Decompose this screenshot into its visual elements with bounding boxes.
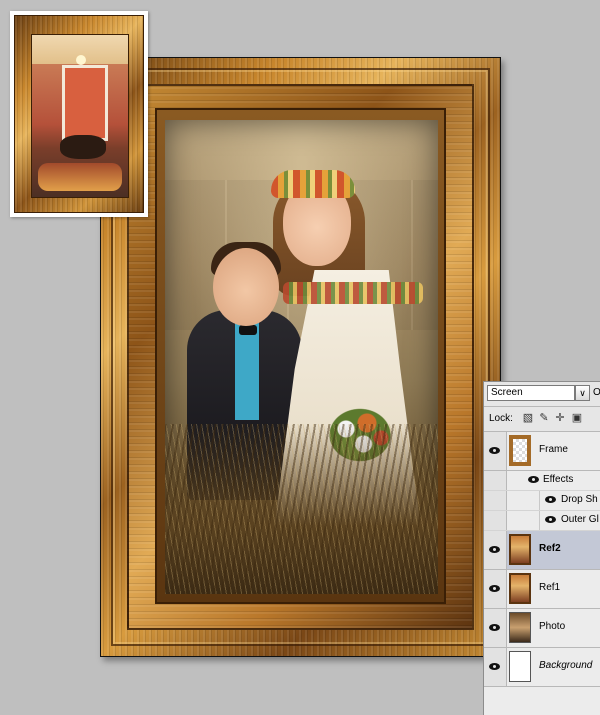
padlock-icon[interactable]: ▣ <box>571 412 583 424</box>
effect-outer-glow: Outer Gl <box>561 514 599 525</box>
eye-icon[interactable] <box>545 496 556 503</box>
eye-icon <box>489 585 500 592</box>
boy-bowtie <box>239 325 257 335</box>
eye-icon[interactable] <box>545 516 556 523</box>
flower-crown <box>271 170 355 198</box>
effects-visibility-cell <box>484 471 507 490</box>
layer-thumbnail-ref1 <box>509 573 531 604</box>
layer-thumbnail-ref2 <box>509 534 531 565</box>
blend-mode-row: Screen ∨ O <box>484 382 600 407</box>
blend-mode-select[interactable]: Screen <box>487 385 575 401</box>
effect-row-drop-shadow[interactable]: Drop Sh <box>484 491 600 511</box>
visibility-toggle[interactable] <box>484 648 507 686</box>
layer-name-frame: Frame <box>539 444 568 455</box>
effect-row-outer-glow[interactable]: Outer Gl <box>484 511 600 531</box>
layer-thumbnail-photo <box>509 612 531 643</box>
layer-thumbnail-frame <box>509 435 531 466</box>
effect-visibility-cell <box>484 491 507 510</box>
room-rug <box>38 163 122 191</box>
dress-flower-trim <box>283 282 423 304</box>
thumbnail-wooden-frame <box>14 15 144 213</box>
move-lock-icon[interactable]: ✛ <box>554 412 566 424</box>
eye-icon <box>489 447 500 454</box>
lock-label: Lock: <box>489 413 513 424</box>
effect-indent-divider <box>539 491 540 510</box>
effect-visibility-cell <box>484 511 507 530</box>
layer-row-background[interactable]: Background <box>484 648 600 687</box>
effects-row[interactable]: Effects <box>484 471 600 491</box>
layer-row-photo[interactable]: Photo <box>484 609 600 648</box>
room-doorway <box>62 65 108 141</box>
chevron-down-icon[interactable]: ∨ <box>575 385 590 401</box>
brush-lock-icon[interactable]: ✎ <box>538 412 550 424</box>
boy-shirt <box>235 320 259 420</box>
reflection-thumbnail <box>10 11 148 217</box>
opacity-label: O <box>593 387 600 398</box>
visibility-toggle[interactable] <box>484 570 507 608</box>
layer-name-ref1: Ref1 <box>539 582 561 593</box>
effects-label: Effects <box>543 474 574 485</box>
eye-icon[interactable] <box>528 476 539 483</box>
layer-row-ref2[interactable]: Ref2 <box>484 531 600 570</box>
layer-row-ref1[interactable]: Ref1 <box>484 570 600 609</box>
transparency-lock-icon[interactable]: ▧ <box>522 412 534 424</box>
eye-icon <box>489 624 500 631</box>
eye-icon <box>489 663 500 670</box>
layers-panel: Screen ∨ O Lock: ▧ ✎ ✛ ▣ Frame Effects D… <box>483 381 600 715</box>
layer-name-photo: Photo <box>539 621 566 632</box>
room-interior-image <box>31 34 129 198</box>
visibility-toggle[interactable] <box>484 432 507 470</box>
chandelier <box>76 55 86 65</box>
boy-face <box>213 248 279 326</box>
children-photo <box>165 120 438 594</box>
effect-indent-divider <box>539 511 540 530</box>
layer-name-background: Background <box>539 660 593 671</box>
effect-drop-shadow: Drop Sh <box>561 494 598 505</box>
wheat-field <box>165 424 438 594</box>
layer-name-ref2: Ref2 <box>539 543 561 554</box>
lock-row: Lock: ▧ ✎ ✛ ▣ <box>484 407 600 432</box>
dining-table <box>60 135 106 159</box>
layer-row-frame[interactable]: Frame <box>484 432 600 471</box>
visibility-toggle[interactable] <box>484 531 507 569</box>
layer-thumbnail-background <box>509 651 531 682</box>
visibility-toggle[interactable] <box>484 609 507 647</box>
eye-icon <box>489 546 500 553</box>
